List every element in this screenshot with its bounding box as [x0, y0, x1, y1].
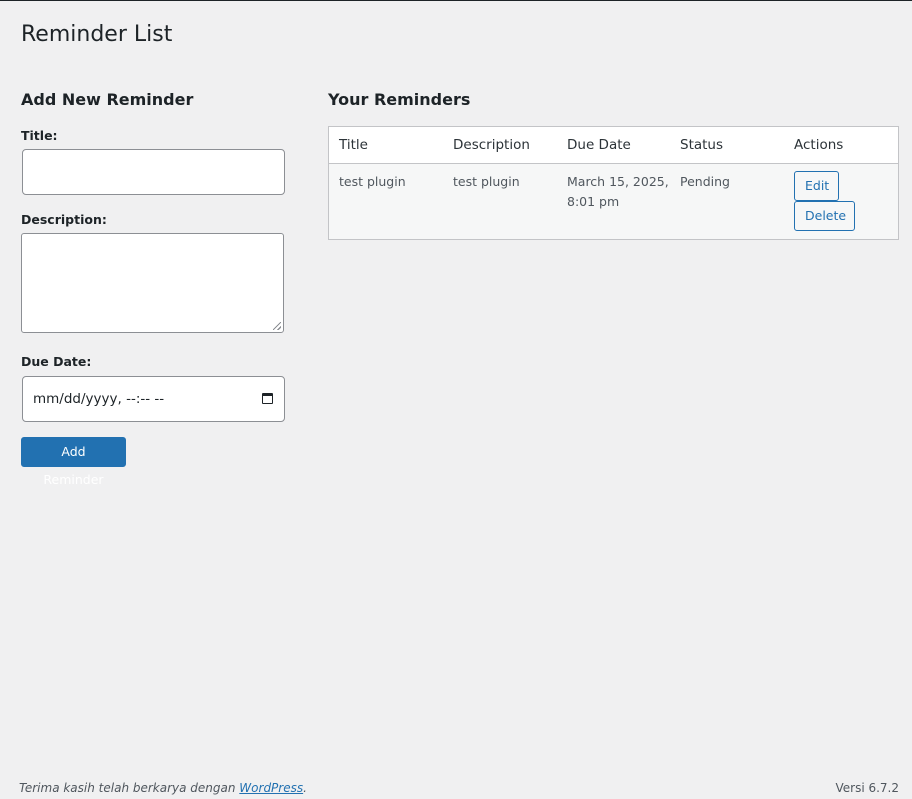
title-input[interactable]: [22, 149, 285, 195]
title-label: Title:: [21, 128, 58, 143]
add-reminder-button[interactable]: Add Reminder: [21, 437, 126, 487]
table-row: test plugin test plugin March 15, 2025, …: [329, 164, 898, 239]
row-title: test plugin: [339, 174, 406, 189]
add-reminder-form: Add New Reminder Title: Description: Due…: [21, 88, 285, 487]
description-label: Description:: [21, 212, 107, 227]
your-reminders-heading: Your Reminders: [328, 90, 471, 109]
delete-button[interactable]: Delete: [794, 201, 855, 231]
row-status: Pending: [680, 174, 730, 189]
page-title: Reminder List: [21, 22, 173, 47]
footer-thanks-text: Terima kasih telah berkarya dengan: [19, 781, 240, 795]
wordpress-link[interactable]: WordPress: [239, 781, 303, 795]
description-textarea[interactable]: [21, 233, 284, 333]
top-border: [0, 0, 912, 1]
due-date-label: Due Date:: [21, 354, 92, 369]
reminders-table: Title Description Due Date Status Action…: [328, 126, 899, 240]
row-due-date: March 15, 2025, 8:01 pm: [567, 174, 669, 209]
footer-thanks-suffix: .: [303, 781, 307, 795]
column-header-actions: Actions: [794, 137, 844, 153]
column-header-description: Description: [453, 137, 530, 153]
footer-version: Versi 6.7.2: [835, 781, 899, 795]
add-reminder-heading: Add New Reminder: [21, 90, 194, 109]
reminders-list: Your Reminders Title Description Due Dat…: [328, 88, 899, 240]
edit-button[interactable]: Edit: [794, 171, 839, 201]
column-header-status: Status: [680, 137, 724, 153]
footer-thanks: Terima kasih telah berkarya dengan WordP…: [19, 780, 307, 796]
calendar-icon[interactable]: [262, 393, 273, 404]
column-header-title: Title: [339, 137, 368, 153]
column-header-due-date: Due Date: [567, 137, 631, 153]
resize-handle-icon[interactable]: [273, 322, 281, 330]
due-date-placeholder: mm/dd/yyyy, --:-- --: [33, 391, 165, 407]
row-description: test plugin: [453, 174, 520, 189]
due-date-input[interactable]: mm/dd/yyyy, --:-- --: [22, 376, 285, 422]
table-header: Title Description Due Date Status Action…: [329, 127, 898, 164]
